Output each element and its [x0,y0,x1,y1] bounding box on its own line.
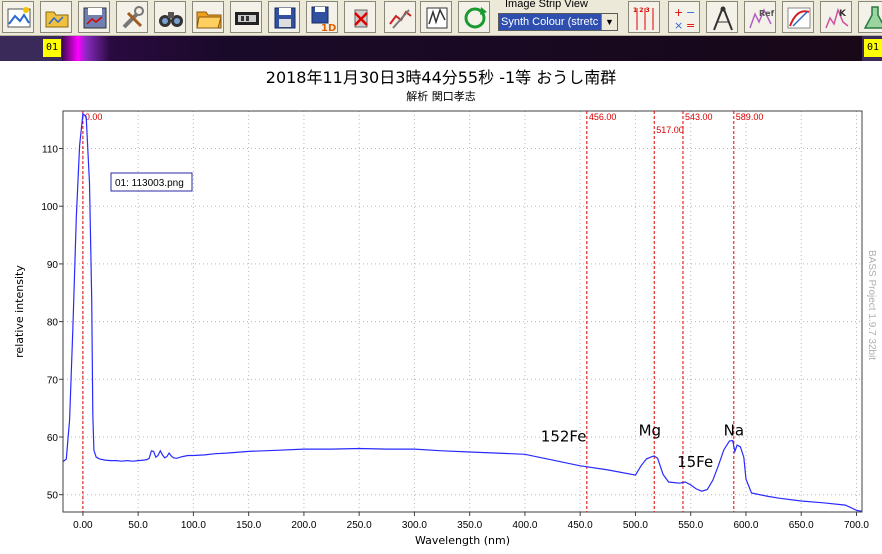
marker-label: 517.00 [656,125,684,135]
line-annotation: 152Fe [541,428,587,446]
y-tick-label: 90 [47,260,59,271]
y-tick-label: 110 [42,145,58,156]
marker-label: 456.00 [589,112,617,122]
legend-label: 01: 113003.png [115,178,184,189]
x-axis-label: Wavelength (nm) [415,534,510,547]
x-tick-label: 450.0 [568,520,593,531]
x-tick-label: 300.0 [402,520,427,531]
x-tick-label: 100.0 [181,520,206,531]
marker-label: 543.00 [685,112,713,122]
y-axis-label: relative intensity [13,265,26,358]
line-annotation: Mg [639,421,661,439]
y-tick-label: 60 [47,433,59,444]
spectrum-chart[interactable]: 0.00 50.0 100.0 150.0 200.0 250.0 300.0 350.0 40… [0,0,882,554]
y-tick-label: 100 [41,202,58,213]
x-tick-label: 500.0 [623,520,648,531]
x-tick-label: 350.0 [457,520,482,531]
y-tick-label: 50 [47,491,59,502]
x-tick-label: 200.0 [291,520,316,531]
x-tick-label: 0.00 [73,520,93,531]
x-tick-label: 50.0 [128,520,148,531]
y-tick-label: 80 [47,318,59,329]
marker-label: 0.00 [85,112,103,122]
watermark: BASS Project 1.9.7 32bit [866,250,877,361]
x-tick-label: 250.0 [347,520,372,531]
x-tick-label: 550.0 [678,520,703,531]
x-tick-label: 650.0 [789,520,814,531]
marker-label: 589.00 [736,112,764,122]
x-tick-label: 400.0 [512,520,537,531]
x-tick-label: 150.0 [236,520,261,531]
x-tick-label: 600.0 [733,520,758,531]
line-annotation: Na [724,421,744,439]
line-annotation: 15Fe [677,453,713,471]
y-tick-label: 70 [47,375,59,386]
x-tick-label: 700.0 [844,520,869,531]
